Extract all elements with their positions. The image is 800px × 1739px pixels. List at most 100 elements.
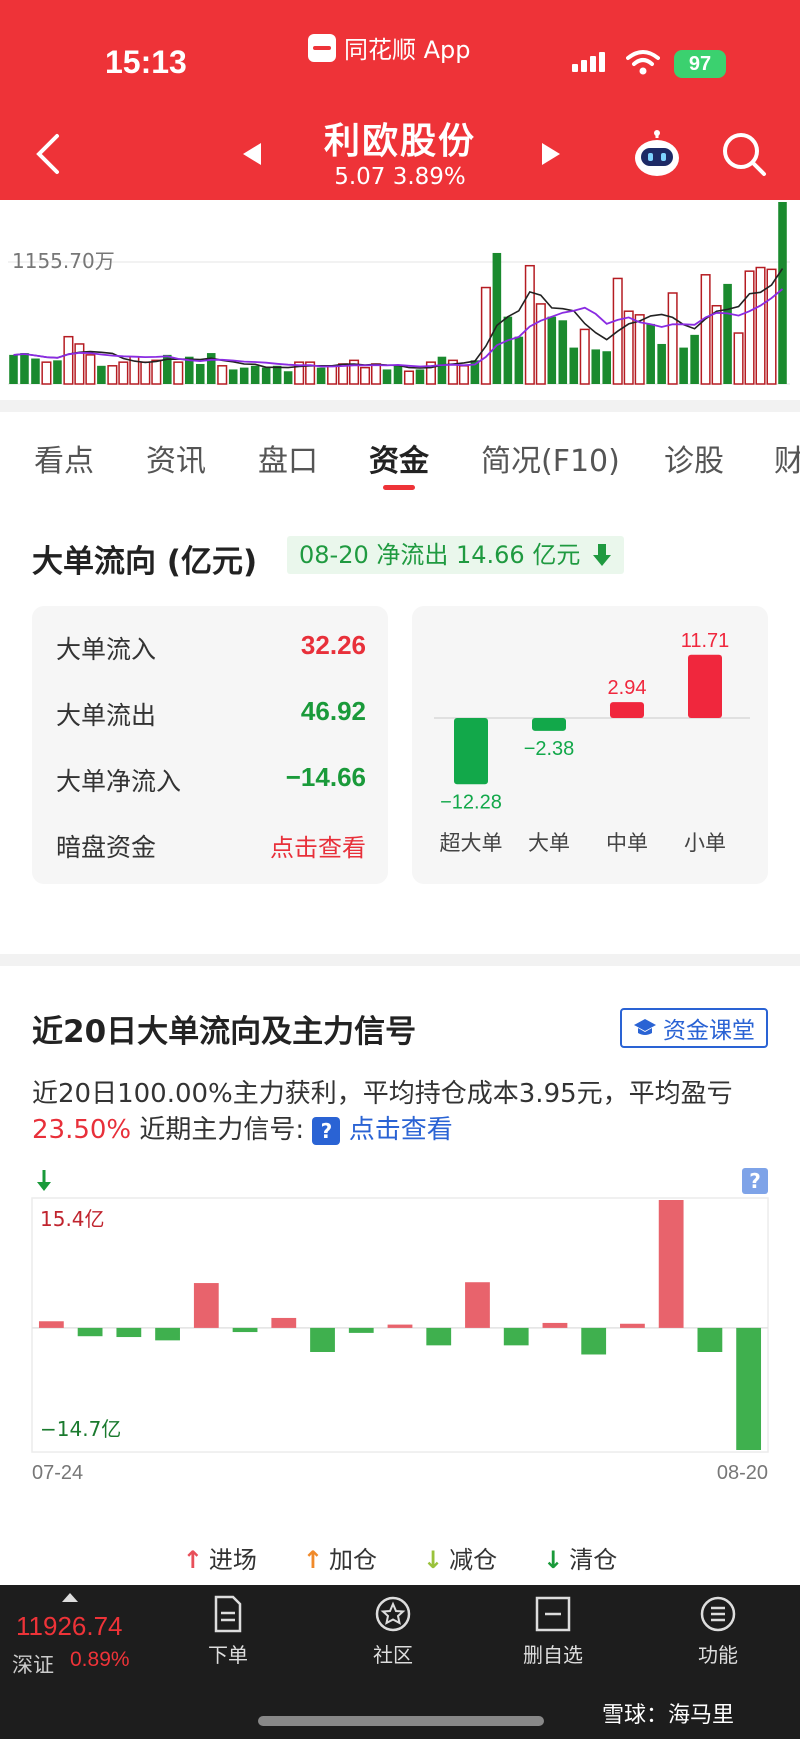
- twenty-day-bar: [620, 1323, 645, 1328]
- status-time: 15:13: [105, 44, 187, 80]
- twenty-day-bar: [387, 1324, 413, 1328]
- flow-row-value: −14.66: [285, 762, 366, 792]
- signal-view-link[interactable]: 点击查看: [349, 1115, 453, 1145]
- arrow-down-icon: [593, 544, 612, 566]
- document-icon: [214, 1595, 242, 1633]
- robot-assistant-icon[interactable]: [632, 130, 682, 178]
- tab-quote[interactable]: 盘口: [258, 436, 318, 480]
- arrow-down-icon: ↓: [543, 1546, 564, 1574]
- twenty-day-bar: [736, 1327, 762, 1450]
- order-size-chart-card: −12.28 超大单 −2.38 大单 2.94 中单 11.71 小单: [412, 606, 768, 884]
- app-header: 15:13 同花顺 App 97 利欧股份 5.07 3.89%: [0, 0, 800, 200]
- volume-bar: [547, 316, 557, 384]
- volume-bar: [657, 343, 666, 384]
- volume-bar: [283, 371, 293, 384]
- dark-pool-link[interactable]: 点击查看: [270, 828, 366, 864]
- twenty-day-bar: [232, 1327, 258, 1333]
- funds-class-button[interactable]: 资金课堂: [620, 1008, 768, 1048]
- flow-row-dark-pool: 暗盘资金 点击查看: [56, 828, 366, 864]
- order-size-category-label: 中单: [606, 831, 648, 855]
- twenty-day-bar: [503, 1327, 529, 1346]
- twenty-day-bar: [658, 1200, 684, 1328]
- order-size-bar: [532, 718, 566, 731]
- bottom-bar: 11926.74 深证 0.89% 下单 社区 删自选 功能 雪球：海马里: [0, 1585, 800, 1739]
- tab-funds[interactable]: 资金: [369, 436, 429, 480]
- star-circle-icon: [375, 1596, 411, 1632]
- nav-remove-watchlist[interactable]: 删自选: [503, 1595, 603, 1668]
- menu-circle-icon: [700, 1596, 736, 1632]
- legend-label: 加仓: [329, 1546, 377, 1574]
- volume-bar: [711, 304, 722, 385]
- graduation-cap-icon: [634, 1019, 656, 1035]
- y-min-label: −14.7亿: [40, 1417, 121, 1441]
- search-icon[interactable]: [720, 130, 768, 178]
- twenty-day-bar: [697, 1327, 723, 1352]
- big-order-summary-card: 大单流入 32.26 大单流出 46.92 大单净流入 −14.66 暗盘资金 …: [32, 606, 388, 884]
- volume-bar: [514, 336, 524, 384]
- signal-down-arrow-icon: [37, 1170, 51, 1191]
- twenty-day-bar: [348, 1327, 374, 1333]
- home-indicator[interactable]: [258, 1716, 544, 1726]
- tab-finance[interactable]: 财: [774, 436, 800, 480]
- volume-bar: [667, 292, 678, 385]
- tab-f10[interactable]: 简况(F10): [481, 436, 620, 480]
- tab-kandian[interactable]: 看点: [34, 436, 94, 480]
- volume-bar: [623, 310, 634, 385]
- volume-bar: [382, 369, 392, 384]
- nav-order[interactable]: 下单: [178, 1595, 278, 1668]
- volume-bar: [151, 359, 162, 385]
- flow-row-label: 大单流入: [56, 635, 157, 664]
- volume-bar: [316, 367, 326, 384]
- twenty-day-bar: [310, 1327, 335, 1352]
- signal-legend: ↑ 进场 ↑ 加仓 ↓ 减仓 ↓ 清仓: [0, 1540, 800, 1575]
- flow-row-net: 大单净流入 −14.66: [56, 762, 366, 798]
- y-max-label: 15.4亿: [40, 1207, 105, 1231]
- volume-bar: [403, 370, 415, 385]
- svg-text:?: ?: [749, 1169, 761, 1193]
- twenty-day-bar: [77, 1327, 103, 1337]
- wifi-icon: [626, 50, 660, 75]
- volume-bar: [646, 323, 655, 384]
- twenty-day-bar: [542, 1322, 568, 1328]
- volume-bar: [503, 316, 513, 384]
- nav-functions[interactable]: 功能: [668, 1595, 768, 1668]
- chart-help-icon[interactable]: ?: [742, 1168, 768, 1194]
- volume-bar: [480, 286, 491, 385]
- volume-bar: [9, 354, 18, 384]
- order-size-category-label: 超大单: [440, 831, 503, 855]
- prev-stock-button[interactable]: [237, 139, 267, 169]
- twenty-day-flow-chart[interactable]: 15.4亿 −14.7亿 07-24 08-20?: [0, 1166, 800, 1486]
- volume-bar: [558, 320, 568, 384]
- twenty-day-bar: [116, 1327, 142, 1338]
- order-size-category-label: 大单: [528, 831, 570, 855]
- order-size-value-label: 11.71: [681, 630, 730, 652]
- tab-diagnosis[interactable]: 诊股: [664, 436, 724, 480]
- volume-bar: [778, 202, 787, 384]
- back-button[interactable]: [28, 128, 68, 180]
- volume-bar: [74, 343, 85, 385]
- volume-bar: [107, 365, 118, 385]
- volume-chart[interactable]: 1155.70万: [0, 200, 800, 400]
- funds-class-label: 资金课堂: [663, 1018, 755, 1044]
- order-size-bar-chart: −12.28 超大单 −2.38 大单 2.94 中单 11.71 小单: [434, 630, 750, 855]
- net-flow-badge: 08-20 净流出 14.66 亿元: [287, 536, 625, 574]
- question-icon[interactable]: ?: [312, 1116, 341, 1145]
- chevron-left-icon: [36, 134, 59, 174]
- legend-item-enter: ↑ 进场: [183, 1540, 257, 1575]
- volume-bar: [679, 347, 688, 384]
- volume-bar: [579, 328, 590, 385]
- flow-row-value: 32.26: [300, 630, 366, 660]
- order-size-category-label: 小单: [684, 831, 726, 855]
- tab-news[interactable]: 资讯: [146, 436, 206, 480]
- nav-label: 功能: [698, 1643, 738, 1667]
- next-stock-button[interactable]: [536, 139, 566, 169]
- volume-bar: [31, 358, 40, 384]
- volume-bar: [723, 283, 732, 384]
- volume-chart-svg: [8, 202, 790, 385]
- volume-bar: [733, 332, 744, 385]
- order-size-value-label: −2.38: [524, 738, 575, 760]
- volume-bar: [393, 365, 403, 384]
- order-size-bar: [688, 654, 722, 718]
- nav-label: 删自选: [523, 1643, 583, 1667]
- nav-community[interactable]: 社区: [343, 1595, 443, 1668]
